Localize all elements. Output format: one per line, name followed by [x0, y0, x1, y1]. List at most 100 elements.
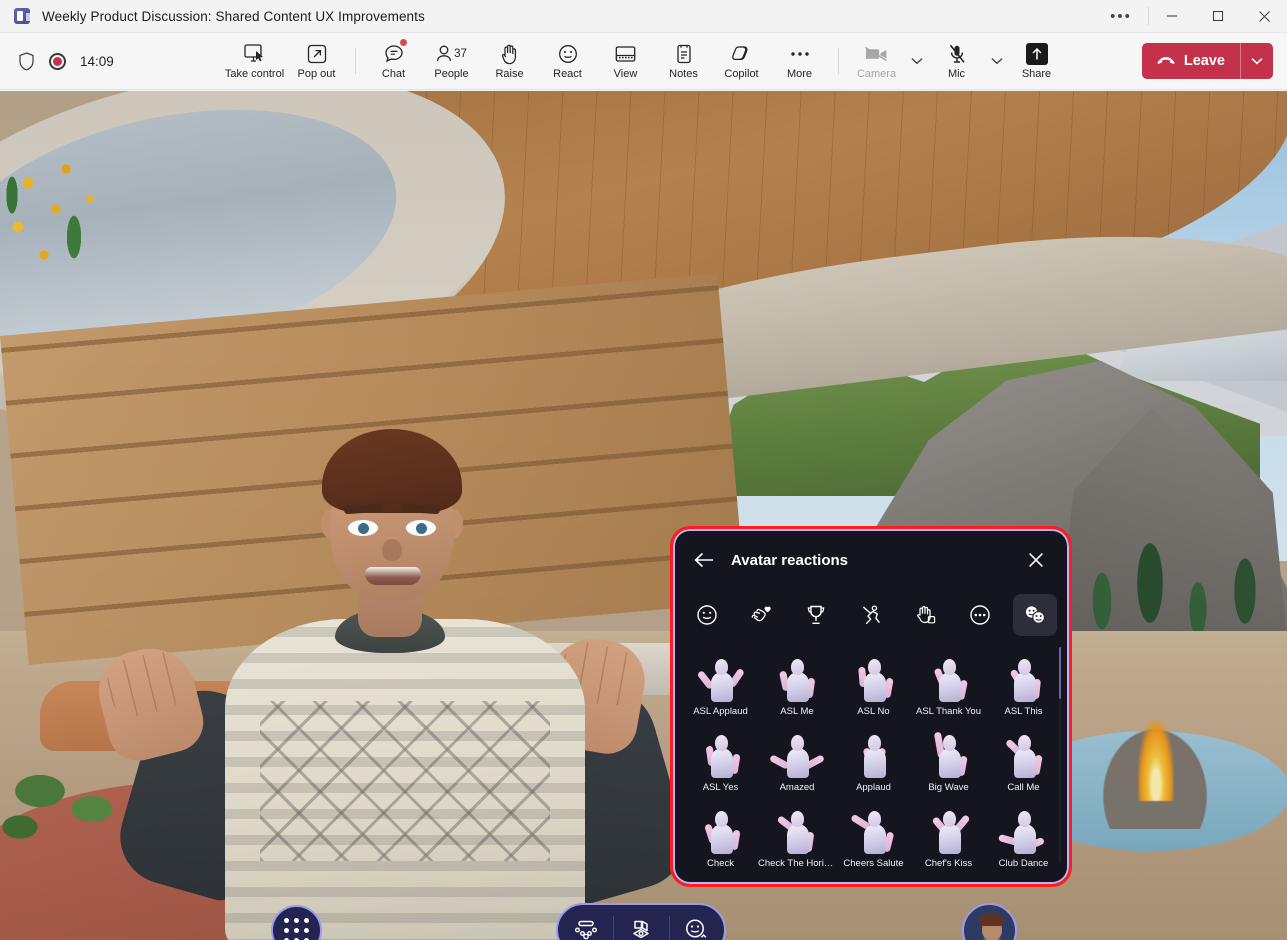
- reaction-item[interactable]: ASL Thank You: [911, 645, 986, 721]
- view-button[interactable]: View: [597, 34, 655, 88]
- pop-out-icon: [307, 43, 327, 66]
- reaction-figure: [928, 808, 970, 856]
- spatial-audio-icon: [573, 919, 599, 940]
- reaction-item[interactable]: Chef's Kiss: [911, 797, 986, 873]
- close-button[interactable]: [1241, 0, 1287, 33]
- leave-button[interactable]: Leave: [1142, 43, 1240, 79]
- pop-out-button[interactable]: Pop out: [288, 34, 346, 88]
- reaction-figure: [1003, 732, 1045, 780]
- react-button[interactable]: React: [539, 34, 597, 88]
- tab-dance[interactable]: [849, 594, 893, 636]
- tab-more[interactable]: [958, 594, 1002, 636]
- camera-off-icon: [864, 43, 890, 66]
- chat-label: Chat: [382, 68, 405, 80]
- tab-applause[interactable]: [740, 594, 784, 636]
- camera-chevron-down-icon[interactable]: [906, 41, 928, 81]
- reaction-item[interactable]: Call Me: [986, 721, 1061, 797]
- immersive-view-button[interactable]: [613, 905, 668, 940]
- reaction-label: Check The Horizon: [758, 858, 836, 869]
- take-control-button[interactable]: Take control: [222, 34, 288, 88]
- reaction-label: Chef's Kiss: [925, 858, 972, 869]
- share-button[interactable]: Share: [1008, 34, 1066, 88]
- reaction-item[interactable]: ASL This: [986, 645, 1061, 721]
- reactions-button[interactable]: [669, 905, 724, 940]
- back-arrow-icon[interactable]: [687, 543, 721, 577]
- tab-trophy[interactable]: [794, 594, 838, 636]
- reaction-label: Applaud: [856, 782, 891, 793]
- perspective-button[interactable]: [558, 905, 613, 940]
- teams-meeting-window: Weekly Product Discussion: Shared Conten…: [0, 0, 1287, 940]
- reaction-figure: [776, 808, 818, 856]
- reaction-item[interactable]: Applaud: [836, 721, 911, 797]
- reaction-item[interactable]: ASL Applaud: [683, 645, 758, 721]
- mic-label: Mic: [948, 68, 965, 80]
- reaction-figure: [853, 732, 895, 780]
- reaction-item[interactable]: ASL Yes: [683, 721, 758, 797]
- divider: [838, 48, 839, 74]
- reaction-item[interactable]: Big Wave: [911, 721, 986, 797]
- tab-asl[interactable]: [904, 594, 948, 636]
- minimize-button[interactable]: [1149, 0, 1195, 33]
- immersive-controls-bar: [556, 903, 726, 940]
- meeting-clock: 14:09: [80, 54, 114, 69]
- more-options-button[interactable]: •••: [1094, 0, 1148, 33]
- leave-label: Leave: [1184, 53, 1225, 69]
- avatar-mouth: [365, 567, 421, 585]
- raise-label: Raise: [495, 68, 523, 80]
- reaction-item[interactable]: Cheers Salute: [836, 797, 911, 873]
- reaction-figure: [1003, 808, 1045, 856]
- people-count: 37: [454, 48, 467, 60]
- maximize-button[interactable]: [1195, 0, 1241, 33]
- take-control-icon: [244, 43, 266, 66]
- reaction-label: Amazed: [780, 782, 815, 793]
- mic-button[interactable]: Mic: [928, 34, 986, 88]
- copilot-button[interactable]: Copilot: [713, 34, 771, 88]
- panel-scrollbar-thumb[interactable]: [1059, 647, 1061, 699]
- reaction-item[interactable]: Club Dance: [986, 797, 1061, 873]
- hand-sign-icon: [915, 604, 937, 626]
- avatar-nose: [382, 539, 402, 561]
- notes-button[interactable]: Notes: [655, 34, 713, 88]
- shield-icon: [18, 52, 35, 71]
- notes-label: Notes: [669, 68, 698, 80]
- reaction-item[interactable]: ASL No: [836, 645, 911, 721]
- camera-label: Camera: [857, 68, 896, 80]
- react-label: React: [553, 68, 582, 80]
- close-x-icon[interactable]: [1019, 543, 1053, 577]
- app-grid-icon: [284, 918, 309, 940]
- reaction-figure: [1003, 656, 1045, 704]
- reaction-item[interactable]: Amazed: [758, 721, 836, 797]
- more-button[interactable]: More: [771, 34, 829, 88]
- people-button[interactable]: 37 People: [423, 34, 481, 88]
- reaction-item[interactable]: ASL Me: [758, 645, 836, 721]
- title-bar: Weekly Product Discussion: Shared Conten…: [0, 0, 1287, 33]
- share-screen-icon: [1026, 43, 1048, 66]
- raise-hand-button[interactable]: Raise: [481, 34, 539, 88]
- reaction-figure: [776, 656, 818, 704]
- avatar-knit-pattern: [260, 701, 550, 861]
- avatar-hair: [322, 429, 462, 513]
- leave-chevron-down-icon[interactable]: [1241, 43, 1273, 79]
- self-avatar-hair: [980, 913, 1004, 926]
- reaction-label: Check: [707, 858, 734, 869]
- phone-hangup-icon: [1156, 55, 1176, 67]
- chat-button[interactable]: Chat: [365, 34, 423, 88]
- reaction-figure: [928, 656, 970, 704]
- reactions-scroll-area[interactable]: ASL Applaud ASL Me ASL No ASL Thank You: [683, 645, 1061, 874]
- avatar-left-pupil: [358, 523, 369, 534]
- tab-avatar[interactable]: [1013, 594, 1057, 636]
- reaction-figure: [928, 732, 970, 780]
- tab-emoji[interactable]: [685, 594, 729, 636]
- reaction-item[interactable]: Check: [683, 797, 758, 873]
- people-label: People: [434, 68, 468, 80]
- mic-chevron-down-icon[interactable]: [986, 41, 1008, 81]
- panel-title: Avatar reactions: [731, 552, 1019, 569]
- leave-meeting-group: Leave: [1142, 43, 1273, 79]
- reaction-figure: [853, 656, 895, 704]
- reaction-label: ASL Applaud: [693, 706, 748, 717]
- trophy-icon: [805, 604, 827, 626]
- reaction-figure: [700, 656, 742, 704]
- reaction-item[interactable]: Check The Horizon: [758, 797, 836, 873]
- avatar-right-pupil: [416, 523, 427, 534]
- camera-button[interactable]: Camera: [848, 34, 906, 88]
